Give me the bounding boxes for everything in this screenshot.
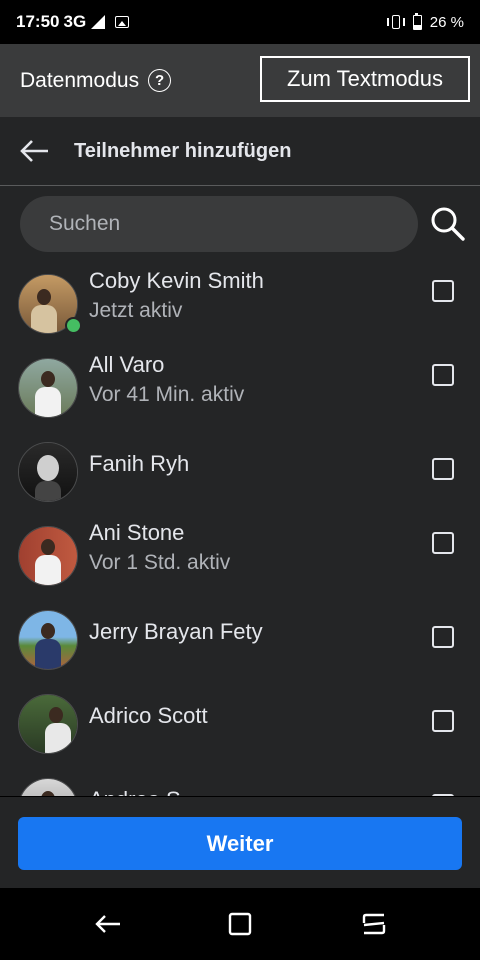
participant-name: Andrea S: [89, 785, 181, 796]
list-item[interactable]: Jerry Brayan Fety: [0, 600, 480, 684]
status-time: 17:50: [16, 12, 60, 31]
next-button[interactable]: Weiter: [18, 817, 462, 870]
nav-home-icon[interactable]: [358, 908, 390, 940]
text-mode-button[interactable]: Zum Textmodus: [260, 56, 470, 102]
item-text: Adrico Scott: [89, 701, 208, 731]
avatar: [18, 778, 78, 796]
avatar: [18, 610, 78, 670]
status-right: 26 %: [386, 12, 464, 31]
select-checkbox[interactable]: [432, 532, 454, 554]
participant-status: Jetzt aktiv: [89, 299, 183, 322]
avatar: [18, 526, 78, 586]
nav-back-icon[interactable]: [92, 908, 124, 940]
signal-icon: [91, 15, 106, 29]
arrow-left-icon: [20, 140, 48, 162]
status-left: 17:50 3G: [16, 12, 130, 32]
gallery-icon: [115, 16, 130, 28]
list-item[interactable]: Fanih Ryh: [0, 432, 480, 516]
participant-name: Ani Stone: [89, 520, 185, 545]
participant-name: Adrico Scott: [89, 703, 208, 728]
help-icon[interactable]: ?: [148, 69, 172, 92]
battery-icon: [412, 12, 422, 30]
list-item[interactable]: Adrico Scott: [0, 684, 480, 768]
list-item[interactable]: Coby Kevin Smith Jetzt aktiv: [0, 264, 480, 348]
item-text: Ani Stone Vor 1 Std. aktiv: [89, 518, 230, 578]
select-checkbox[interactable]: [432, 458, 454, 480]
select-checkbox[interactable]: [432, 364, 454, 386]
page-header: Teilnehmer hinzufügen: [0, 117, 480, 186]
search-input[interactable]: [20, 196, 418, 252]
participant-name: All Varo: [89, 352, 165, 377]
search-row: [20, 195, 470, 253]
item-text: Andrea S: [89, 785, 181, 796]
navigation-bar: [0, 888, 480, 960]
item-text: All Varo Vor 41 Min. aktiv: [89, 350, 244, 410]
battery-level: 26 %: [429, 13, 464, 31]
online-indicator: [65, 317, 82, 334]
select-checkbox[interactable]: [432, 710, 454, 732]
avatar: [18, 358, 78, 418]
network-type: 3G: [63, 12, 87, 31]
avatar: [18, 442, 78, 502]
item-text: Coby Kevin Smith Jetzt aktiv: [89, 266, 264, 326]
footer-bar: Weiter: [0, 796, 480, 888]
item-text: Jerry Brayan Fety: [89, 617, 263, 647]
list-item[interactable]: Andrea S: [0, 768, 480, 796]
list-item[interactable]: Ani Stone Vor 1 Std. aktiv: [0, 516, 480, 600]
select-checkbox[interactable]: [432, 626, 454, 648]
search-icon[interactable]: [430, 206, 466, 242]
participant-status: Vor 41 Min. aktiv: [89, 383, 245, 406]
participant-name: Coby Kevin Smith: [89, 268, 264, 293]
vibrate-icon: [386, 15, 405, 29]
participant-name: Jerry Brayan Fety: [89, 619, 263, 644]
status-bar: 17:50 3G 26 %: [0, 0, 480, 44]
participant-status: Vor 1 Std. aktiv: [89, 551, 231, 574]
select-checkbox[interactable]: [432, 280, 454, 302]
data-mode-label: Datenmodus: [20, 68, 140, 92]
nav-recents-icon[interactable]: [224, 908, 256, 940]
avatar: [18, 694, 78, 754]
item-text: Fanih Ryh: [89, 449, 189, 479]
data-mode-bar: Datenmodus ? Zum Textmodus: [0, 44, 480, 117]
page-title: Teilnehmer hinzufügen: [74, 139, 292, 162]
back-button[interactable]: [20, 140, 50, 162]
participant-name: Fanih Ryh: [89, 451, 190, 476]
list-item[interactable]: All Varo Vor 41 Min. aktiv: [0, 348, 480, 432]
participant-list: Coby Kevin Smith Jetzt aktiv All Varo Vo…: [0, 264, 480, 796]
